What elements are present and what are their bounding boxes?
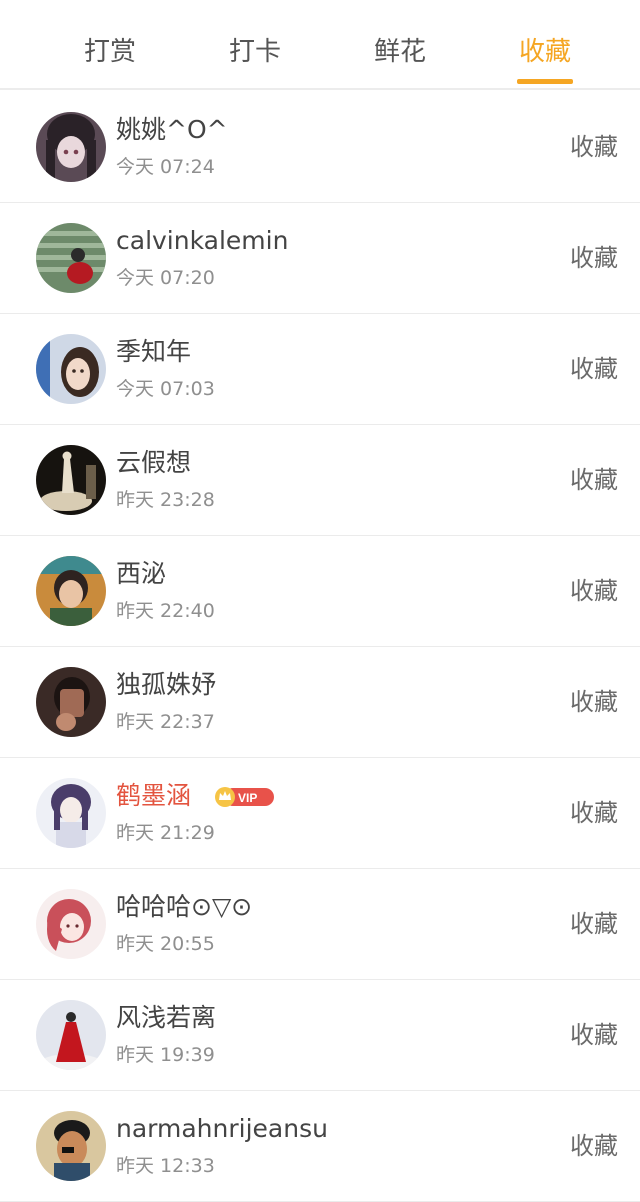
tab-checkin[interactable]: 打卡 — [200, 32, 310, 86]
favorite-label: 收藏 — [570, 688, 618, 716]
vip-label: VIP — [238, 791, 257, 805]
user-name: narmahnrijeansu — [116, 1114, 328, 1143]
avatar[interactable] — [36, 334, 106, 404]
list-item[interactable]: 西泌 昨天 22:40 收藏 — [0, 536, 640, 647]
list-item[interactable]: 姚姚^O^ 今天 07:24 收藏 — [0, 92, 640, 203]
timestamp: 今天 07:20 — [116, 267, 215, 289]
user-name: calvinkalemin — [116, 226, 289, 255]
avatar[interactable] — [36, 445, 106, 515]
avatar[interactable] — [36, 1111, 106, 1181]
tab-label: 打卡 — [228, 37, 281, 67]
tab-favorites[interactable]: 收藏 — [490, 32, 600, 86]
tab-label: 鲜花 — [373, 37, 426, 67]
favorite-label: 收藏 — [570, 1021, 618, 1049]
tab-flowers[interactable]: 鲜花 — [345, 32, 455, 86]
avatar[interactable] — [36, 667, 106, 737]
user-name: 风浅若离 — [116, 1003, 217, 1032]
timestamp: 昨天 21:29 — [116, 822, 215, 844]
list-item[interactable]: 独孤姝妤 昨天 22:37 收藏 — [0, 647, 640, 758]
timestamp: 昨天 20:55 — [116, 933, 215, 955]
tab-label: 打赏 — [83, 37, 136, 67]
favorite-label: 收藏 — [570, 1132, 618, 1160]
favorites-list: 姚姚^O^ 今天 07:24 收藏 calvinkalemin 今天 07:20… — [0, 92, 640, 1202]
user-name: 独孤姝妤 — [116, 670, 217, 699]
list-item[interactable]: calvinkalemin 今天 07:20 收藏 — [0, 203, 640, 314]
user-name: 姚姚^O^ — [116, 115, 228, 144]
user-name: 哈哈哈⊙▽⊙ — [116, 892, 253, 921]
tab-reward[interactable]: 打赏 — [55, 32, 165, 86]
favorite-label: 收藏 — [570, 244, 618, 272]
vip-badge: VIP — [214, 786, 274, 808]
avatar[interactable] — [36, 556, 106, 626]
timestamp: 昨天 12:33 — [116, 1155, 215, 1177]
favorite-label: 收藏 — [570, 910, 618, 938]
list-item[interactable]: 风浅若离 昨天 19:39 收藏 — [0, 980, 640, 1091]
avatar[interactable] — [36, 112, 106, 182]
user-name: 云假想 — [116, 448, 192, 477]
list-item[interactable]: 季知年 今天 07:03 收藏 — [0, 314, 640, 425]
favorite-label: 收藏 — [570, 466, 618, 494]
favorite-label: 收藏 — [570, 355, 618, 383]
user-name: 鹤墨涵 — [116, 781, 192, 810]
favorite-label: 收藏 — [570, 577, 618, 605]
favorite-label: 收藏 — [570, 133, 618, 161]
list-item[interactable]: 云假想 昨天 23:28 收藏 — [0, 425, 640, 536]
active-tab-indicator — [517, 79, 573, 84]
timestamp: 昨天 19:39 — [116, 1044, 215, 1066]
timestamp: 昨天 23:28 — [116, 489, 215, 511]
avatar[interactable] — [36, 223, 106, 293]
avatar[interactable] — [36, 778, 106, 848]
tab-bar: 打赏 打卡 鲜花 收藏 — [0, 0, 640, 90]
list-item[interactable]: narmahnrijeansu 昨天 12:33 收藏 — [0, 1091, 640, 1202]
tab-label: 收藏 — [518, 37, 571, 67]
timestamp: 今天 07:24 — [116, 156, 215, 178]
user-name: 季知年 — [116, 337, 192, 366]
avatar[interactable] — [36, 889, 106, 959]
user-name: 西泌 — [116, 559, 167, 588]
timestamp: 昨天 22:37 — [116, 711, 215, 733]
timestamp: 昨天 22:40 — [116, 600, 215, 622]
favorite-label: 收藏 — [570, 799, 618, 827]
list-item[interactable]: 鹤墨涵 VIP 昨天 21:29 收藏 — [0, 758, 640, 869]
timestamp: 今天 07:03 — [116, 378, 215, 400]
list-item[interactable]: 哈哈哈⊙▽⊙ 昨天 20:55 收藏 — [0, 869, 640, 980]
avatar[interactable] — [36, 1000, 106, 1070]
